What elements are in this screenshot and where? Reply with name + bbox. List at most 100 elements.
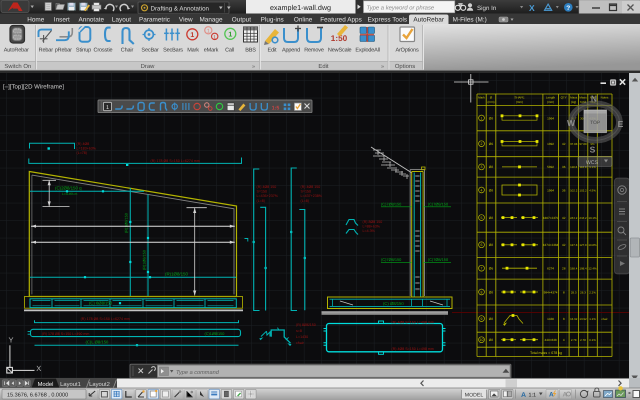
svg-text:6274: 6274 [547,267,554,271]
svg-text:1430: 1430 [547,317,554,321]
svg-text:13.92: 13.92 [570,317,578,321]
svg-text:1892: 1892 [547,142,554,146]
svg-text:(mm): (mm) [547,100,554,104]
svg-text:s=8: s=8 [296,329,302,333]
svg-text:2.78: 2.78 [571,338,577,342]
svg-text:QTY: QTY [561,96,567,100]
svg-text:0.1%: 0.1% [589,338,596,342]
svg-text:10: 10 [480,338,484,342]
svg-text:example1-wall.dwg: example1-wall.dwg [270,3,331,12]
svg-text:28: 28 [562,267,566,271]
svg-text:Manage: Manage [199,16,223,23]
svg-text:42: 42 [562,142,566,146]
svg-text:12.4%: 12.4% [588,267,597,271]
svg-text:W: W [567,118,576,128]
svg-text:(C)L Ø8/150: (C)L Ø8/150 [86,340,110,345]
svg-text:Parametric: Parametric [139,16,171,23]
svg-text:118.8: 118.8 [570,165,577,169]
svg-text:1: 1 [106,105,109,111]
svg-text:36: 36 [562,165,566,169]
svg-text:Call: Call [225,48,234,54]
svg-text:AutoRebar: AutoRebar [413,16,444,23]
svg-text:(R) 4Ø8 150: (R) 4Ø8 150 [301,185,321,189]
svg-text:M-Files (M:): M-Files (M:) [453,16,487,23]
svg-text:(mm): (mm) [516,100,523,104]
svg-text:6: 6 [481,243,483,247]
svg-text:4374+2384: 4374+2384 [543,243,559,247]
svg-text:42: 42 [562,243,566,247]
svg-text:Ø8: Ø8 [489,165,494,169]
svg-text:»: » [252,64,255,70]
svg-text:(R) 8Ø6/150: (R) 8Ø6/150 [296,323,316,327]
svg-text:19.1%: 19.1% [588,216,597,220]
svg-text:10.8%: 10.8% [588,243,597,247]
svg-text:(R) 178 Ø8 S=150 L=6274 mm: (R) 178 Ø8 S=150 L=6274 mm [81,317,130,321]
svg-text:(C) Ø8/150: (C) Ø8/150 [383,301,404,306]
svg-text:Stirrup: Stirrup [76,48,91,54]
svg-text:(R) 4Ø8 150: (R) 4Ø8 150 [257,185,277,189]
svg-text:?: ? [566,5,570,12]
svg-text:Options: Options [395,63,415,70]
svg-text:WCS: WCS [586,160,599,166]
svg-text:Type a command: Type a command [176,369,220,376]
svg-text:(C) 6Ø8/150: (C) 6Ø8/150 [89,301,113,306]
svg-text:L=4.4% m: L=4.4% m [62,192,78,196]
svg-text:1: 1 [481,116,483,120]
svg-text:1:1: 1:1 [529,392,537,398]
svg-text:Crosstie: Crosstie [94,48,113,54]
svg-text:(R) 8Ø8 150: (R) 8Ø8 150 [363,220,383,224]
svg-text:(mm): (mm) [488,100,495,104]
svg-text:S=150: S=150 [301,190,312,194]
svg-text:28.3: 28.3 [580,290,586,294]
svg-text:1: 1 [213,34,216,39]
svg-text:244.2: 244.2 [570,216,578,220]
svg-text:Plug-ins: Plug-ins [261,16,284,23]
svg-text:984+4374: 984+4374 [544,290,558,294]
svg-text:1: 1 [228,32,232,39]
svg-text:Remove: Remove [304,48,324,54]
svg-text:A: A [521,392,526,399]
svg-text:chair: chair [296,341,305,345]
svg-text:Express Tools: Express Tools [367,16,407,23]
svg-text:1964: 1964 [547,188,554,192]
svg-text:4: 4 [563,338,565,342]
svg-text:1: 1 [207,28,210,34]
svg-text:(C)7Ø8/150: (C)7Ø8/150 [381,202,402,207]
svg-text:L=1430: L=1430 [296,335,308,339]
svg-text:SecBars: SecBars [163,48,183,54]
svg-text:7: 7 [481,267,483,271]
svg-text:Layout1: Layout1 [60,382,81,388]
svg-text:Ø6: Ø6 [489,142,494,146]
svg-text:97.88: 97.88 [579,142,587,146]
svg-text:ExplodeAll: ExplodeAll [355,48,380,54]
svg-text:Sign In: Sign In [477,5,497,12]
svg-text:»: » [381,64,384,70]
svg-text:BBS: BBS [245,48,256,54]
svg-text:Ø8: Ø8 [489,338,494,342]
svg-text:2.2%: 2.2% [589,290,596,294]
svg-text:5892: 5892 [547,165,554,169]
svg-text:15.3676, 6.6768 , 0.0000: 15.3676, 6.6768 , 0.0000 [7,392,68,398]
svg-text:[–][Top][2D Wireframe]: [–][Top][2D Wireframe] [3,84,64,91]
svg-text:View: View [179,16,193,23]
svg-text:Draw: Draw [141,63,155,70]
svg-text:127.8: 127.8 [570,243,578,247]
svg-text:Online: Online [294,16,313,23]
svg-text:(C)2Ø8/150 q: (C)2Ø8/150 q [55,186,82,191]
svg-text:L=436+237%: L=436+237% [257,194,279,198]
svg-text:9: 9 [481,317,483,321]
svg-text:127.8: 127.8 [579,243,587,247]
svg-text:(R)1Ø8/150: (R)1Ø8/150 [125,213,129,233]
svg-text:36: 36 [562,188,566,192]
svg-text:Rebar: Rebar [39,48,54,54]
svg-text:4: 4 [481,188,483,192]
svg-text:Chair: Chair [121,48,134,54]
svg-text:L=88+63%: L=88+63% [363,225,381,229]
svg-text:Insert: Insert [54,16,70,23]
svg-text:L=437+238%: L=437+238% [301,194,323,198]
svg-text:A: A [549,392,554,399]
svg-text:(C)1Ø8/150: (C)1Ø8/150 [205,332,225,336]
svg-text:TOP: TOP [590,120,600,126]
svg-text:AutoRebar: AutoRebar [4,48,29,54]
svg-text:Featured Apps: Featured Apps [320,16,362,23]
